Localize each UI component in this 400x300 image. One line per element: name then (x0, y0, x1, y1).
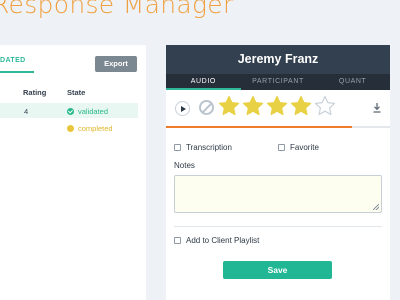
playlist-checkbox[interactable] (174, 237, 181, 244)
active-tab-indicator (0, 71, 34, 73)
rating-cell: 4 (24, 107, 29, 116)
column-header-state[interactable]: State (67, 88, 85, 97)
page-title: Response Manager (0, 0, 234, 19)
notes-textarea[interactable] (174, 175, 382, 213)
tab-quant[interactable]: QUANT (315, 74, 390, 90)
status-dot-icon (67, 125, 74, 132)
transcription-label: Transcription (186, 143, 232, 152)
playback-progress[interactable] (166, 126, 390, 128)
transcription-checkbox[interactable] (174, 144, 181, 151)
favorite-option[interactable]: Favorite (278, 143, 319, 152)
tab-audio[interactable]: AUDIO (166, 74, 241, 90)
column-header-rating[interactable]: Rating (23, 88, 46, 97)
transcription-option[interactable]: Transcription (174, 143, 232, 152)
save-button[interactable]: Save (223, 261, 332, 279)
download-icon[interactable] (373, 103, 381, 113)
star-filled-icon[interactable] (266, 95, 288, 117)
responses-panel: DATED Export Rating State 4 validated co… (0, 45, 146, 300)
play-icon[interactable] (175, 101, 190, 116)
divider (174, 226, 382, 227)
response-detail-panel: Jeremy Franz AUDIO PARTICIPANT QUANT Tra… (166, 45, 390, 300)
favorite-checkbox[interactable] (278, 144, 285, 151)
export-button[interactable]: Export (95, 56, 137, 72)
favorite-label: Favorite (290, 143, 319, 152)
star-empty-icon[interactable] (314, 95, 336, 117)
state-label: validated (78, 107, 109, 116)
status-badge: validated (67, 107, 108, 116)
respondent-name: Jeremy Franz (166, 45, 390, 74)
star-filled-icon[interactable] (242, 95, 264, 117)
resize-grip-icon[interactable] (373, 204, 379, 210)
playback-progress-fill (166, 126, 352, 128)
star-rating[interactable] (218, 95, 336, 117)
audio-player (166, 90, 390, 125)
block-icon[interactable] (199, 100, 214, 115)
tab-validated[interactable]: DATED (0, 57, 26, 64)
check-circle-icon (67, 108, 74, 115)
star-filled-icon[interactable] (218, 95, 240, 117)
notes-label: Notes (174, 161, 195, 170)
star-filled-icon[interactable] (290, 95, 312, 117)
tab-participant[interactable]: PARTICIPANT (241, 74, 316, 90)
status-badge: completed (67, 124, 113, 133)
playlist-label: Add to Client Playlist (186, 236, 260, 245)
state-label: completed (78, 124, 113, 133)
playlist-option[interactable]: Add to Client Playlist (174, 236, 259, 245)
detail-tabs: AUDIO PARTICIPANT QUANT (166, 74, 390, 90)
